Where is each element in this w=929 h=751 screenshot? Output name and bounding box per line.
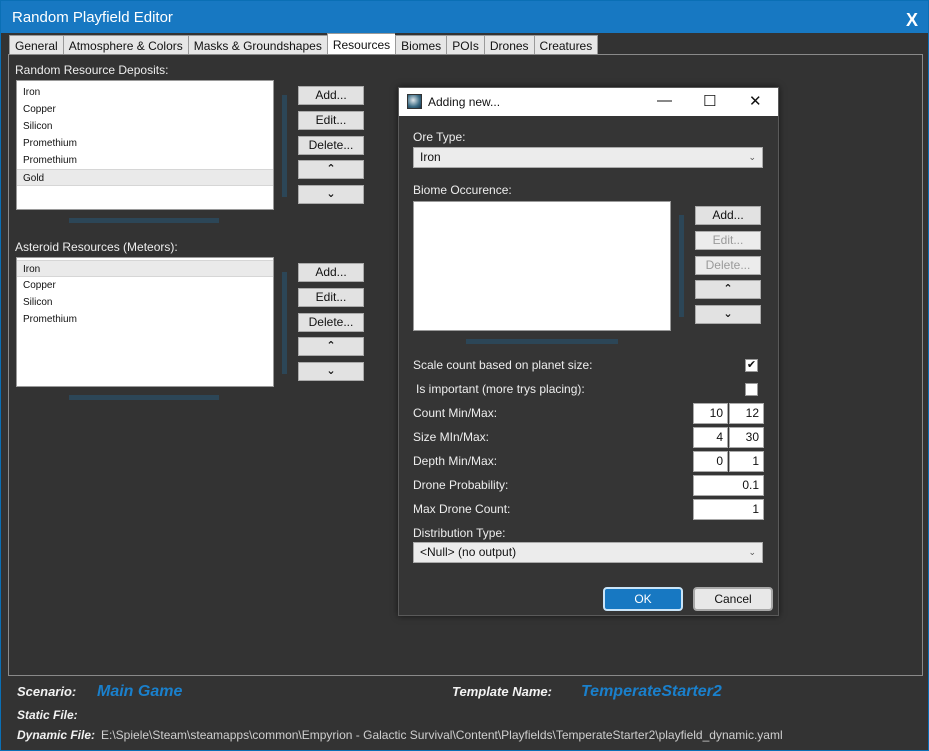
max-drone-count-input[interactable]: 1	[693, 499, 764, 520]
asteroids-label: Asteroid Resources (Meteors):	[15, 240, 178, 254]
deposits-label: Random Resource Deposits:	[15, 63, 169, 77]
deposits-delete-button[interactable]: Delete...	[298, 136, 364, 155]
drone-probability-input[interactable]: 0.1	[693, 475, 764, 496]
tab-bar: General Atmosphere & Colors Masks & Grou…	[9, 33, 599, 55]
tab-general[interactable]: General	[9, 35, 63, 55]
biome-occurence-list[interactable]	[413, 201, 671, 331]
list-item[interactable]: Silicon	[17, 118, 273, 135]
ore-type-value: Iron	[420, 150, 441, 164]
tab-pois[interactable]: POIs	[446, 35, 484, 55]
list-item[interactable]: Silicon	[17, 294, 273, 311]
tab-creatures[interactable]: Creatures	[533, 35, 599, 55]
size-min-input[interactable]: 4	[693, 427, 728, 448]
window-title: Random Playfield Editor	[12, 9, 173, 26]
deposits-edit-button[interactable]: Edit...	[298, 111, 364, 130]
count-min-input[interactable]: 10	[693, 403, 728, 424]
asteroids-move-down-button[interactable]: ⌄	[298, 362, 364, 381]
list-item[interactable]: Iron	[17, 260, 273, 277]
deposits-add-button[interactable]: Add...	[298, 86, 364, 105]
biome-delete-button[interactable]: Delete...	[695, 256, 761, 275]
depth-max-input[interactable]: 1	[729, 451, 764, 472]
dialog-title-bar: Adding new... — ☐ ✕	[399, 88, 778, 116]
drone-probability-label: Drone Probability:	[413, 478, 509, 492]
template-name-label: Template Name:	[452, 684, 552, 699]
biome-vertical-scrollbar[interactable]	[679, 215, 684, 317]
chevron-down-icon: ⌄	[748, 547, 756, 557]
deposits-move-down-button[interactable]: ⌄	[298, 185, 364, 204]
template-name-value: TemperateStarter2	[581, 683, 722, 700]
ore-type-label: Ore Type:	[413, 130, 466, 144]
asteroids-horizontal-scrollbar[interactable]	[69, 395, 219, 400]
ok-button[interactable]: OK	[603, 587, 683, 611]
maximize-icon[interactable]: ☐	[703, 92, 716, 110]
app-icon	[407, 94, 422, 109]
tab-resources[interactable]: Resources	[326, 33, 396, 55]
cancel-button[interactable]: Cancel	[693, 587, 773, 611]
scale-count-checkbox[interactable]: ✔	[745, 359, 758, 372]
list-item[interactable]: Copper	[17, 101, 273, 118]
close-icon[interactable]: ✕	[749, 92, 762, 110]
scenario-label: Scenario:	[17, 684, 77, 699]
close-icon[interactable]: X	[906, 10, 918, 31]
dynamic-file-label: Dynamic File:	[17, 728, 96, 742]
deposits-move-up-button[interactable]: ⌃	[298, 160, 364, 179]
is-important-label: Is important (more trys placing):	[416, 382, 585, 396]
dialog-title: Adding new...	[428, 95, 501, 109]
list-item[interactable]: Promethium	[17, 311, 273, 328]
tab-atmosphere-colors[interactable]: Atmosphere & Colors	[62, 35, 188, 55]
deposits-horizontal-scrollbar[interactable]	[69, 218, 219, 223]
list-item[interactable]: Gold	[17, 169, 273, 186]
deposits-vertical-scrollbar[interactable]	[282, 95, 287, 197]
minimize-icon[interactable]: —	[657, 92, 672, 109]
biome-edit-button[interactable]: Edit...	[695, 231, 761, 250]
size-min-max-label: Size MIn/Max:	[413, 430, 490, 444]
biome-add-button[interactable]: Add...	[695, 206, 761, 225]
deposits-list[interactable]: Iron Copper Silicon Promethium Promethiu…	[16, 80, 274, 210]
depth-min-max-label: Depth Min/Max:	[413, 454, 498, 468]
tab-drones[interactable]: Drones	[483, 35, 534, 55]
title-bar: Random Playfield Editor X	[1, 1, 928, 33]
distribution-type-value: <Null> (no output)	[420, 545, 517, 559]
dynamic-file-value: E:\Spiele\Steam\steamapps\common\Empyrio…	[101, 728, 783, 742]
adding-new-dialog: Adding new... — ☐ ✕ Ore Type: Iron ⌄ Bio…	[398, 87, 779, 616]
asteroids-vertical-scrollbar[interactable]	[282, 272, 287, 374]
ore-type-select[interactable]: Iron ⌄	[413, 147, 763, 168]
list-item[interactable]: Promethium	[17, 152, 273, 169]
is-important-checkbox[interactable]	[745, 383, 758, 396]
asteroids-add-button[interactable]: Add...	[298, 263, 364, 282]
distribution-type-label: Distribution Type:	[413, 526, 506, 540]
biome-occurence-label: Biome Occurence:	[413, 183, 512, 197]
chevron-down-icon: ⌄	[748, 152, 756, 162]
depth-min-input[interactable]: 0	[693, 451, 728, 472]
size-max-input[interactable]: 30	[729, 427, 764, 448]
biome-horizontal-scrollbar[interactable]	[466, 339, 618, 344]
asteroids-list[interactable]: Iron Copper Silicon Promethium	[16, 257, 274, 387]
list-item[interactable]: Copper	[17, 277, 273, 294]
scenario-value: Main Game	[97, 683, 183, 700]
static-file-label: Static File:	[17, 708, 78, 722]
count-min-max-label: Count Min/Max:	[413, 406, 498, 420]
distribution-type-select[interactable]: <Null> (no output) ⌄	[413, 542, 763, 563]
biome-move-up-button[interactable]: ⌃	[695, 280, 761, 299]
list-item[interactable]: Promethium	[17, 135, 273, 152]
asteroids-move-up-button[interactable]: ⌃	[298, 337, 364, 356]
asteroids-delete-button[interactable]: Delete...	[298, 313, 364, 332]
asteroids-edit-button[interactable]: Edit...	[298, 288, 364, 307]
count-max-input[interactable]: 12	[729, 403, 764, 424]
list-item[interactable]: Iron	[17, 84, 273, 101]
scale-count-label: Scale count based on planet size:	[413, 358, 593, 372]
tab-biomes[interactable]: Biomes	[395, 35, 447, 55]
biome-move-down-button[interactable]: ⌄	[695, 305, 761, 324]
max-drone-count-label: Max Drone Count:	[413, 502, 511, 516]
tab-masks-groundshapes[interactable]: Masks & Groundshapes	[187, 35, 327, 55]
